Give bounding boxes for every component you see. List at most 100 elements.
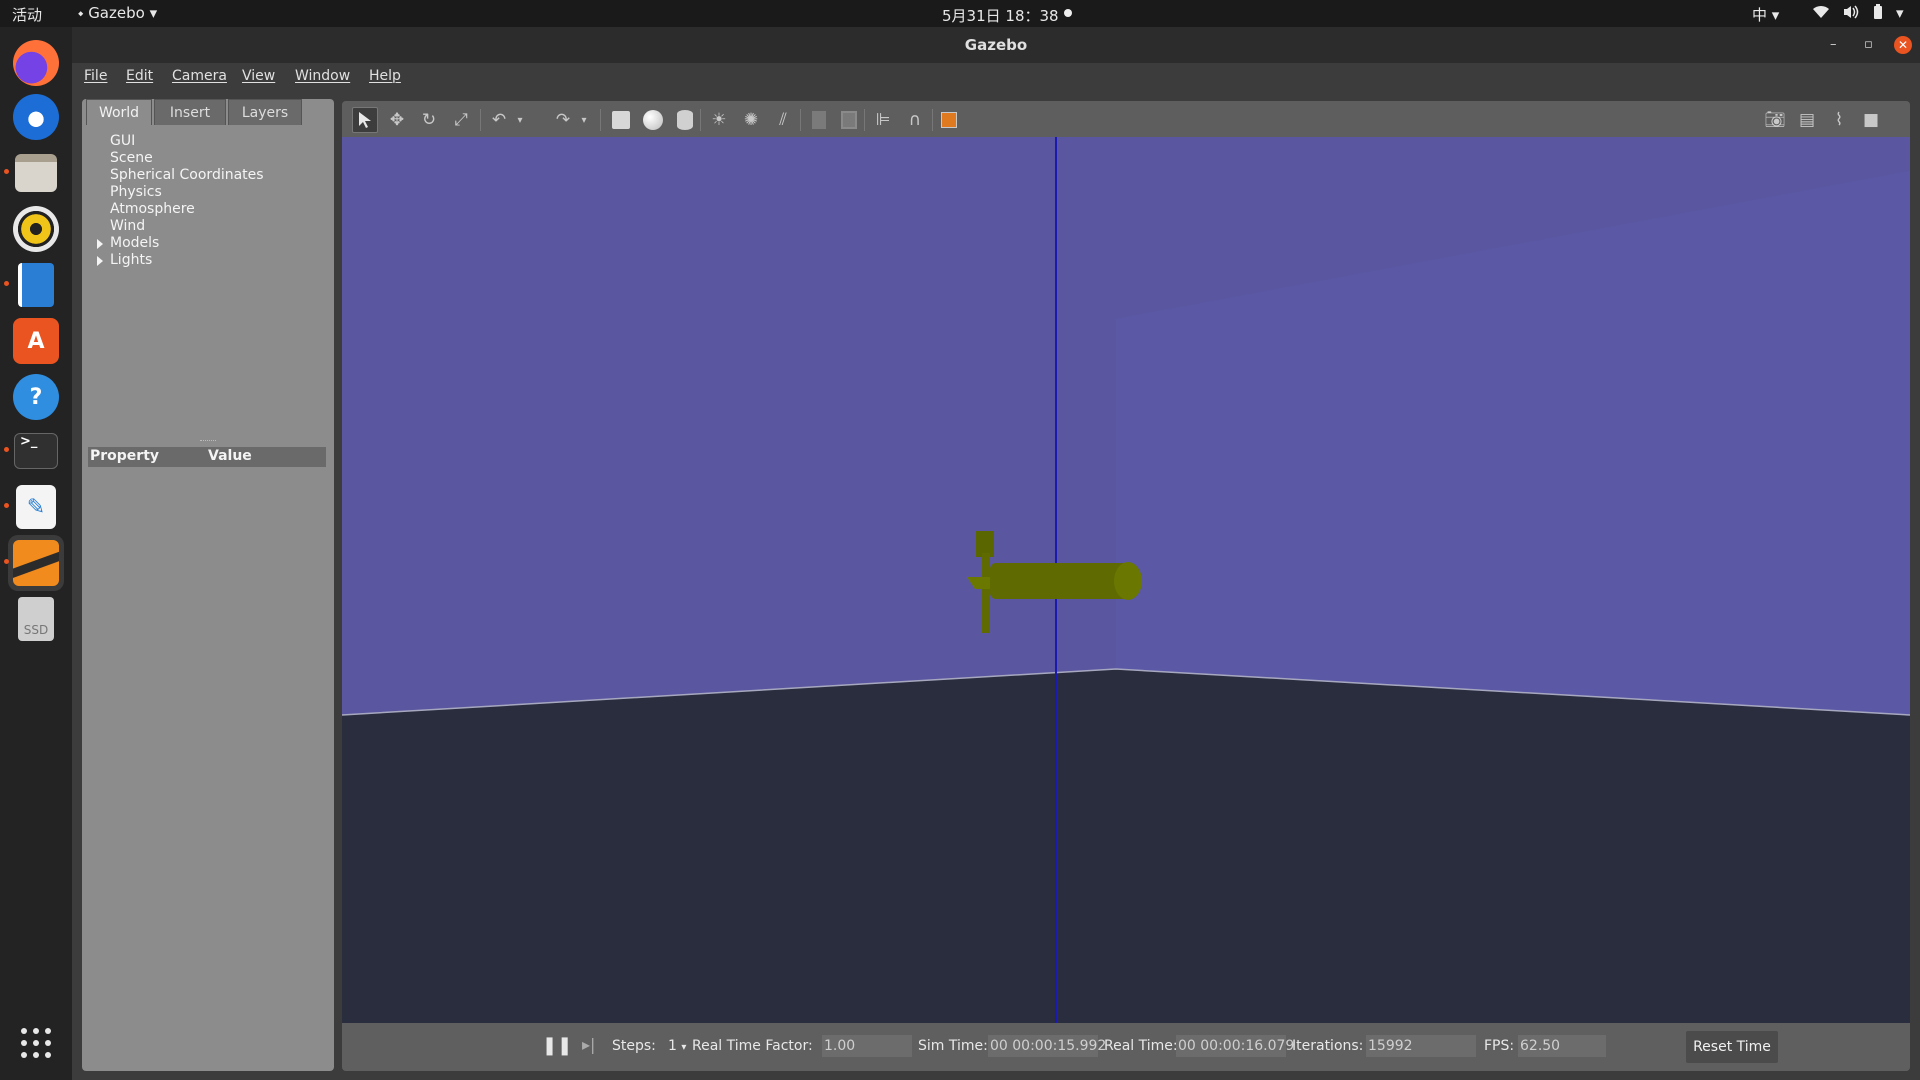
system-status-menu[interactable]: ▾ bbox=[1812, 4, 1904, 24]
toolbar-separator bbox=[932, 109, 933, 131]
tab-layers[interactable]: Layers bbox=[228, 99, 302, 125]
tab-world[interactable]: World bbox=[86, 99, 152, 125]
close-button[interactable]: ✕ bbox=[1894, 36, 1912, 54]
value-column-header[interactable]: Value bbox=[208, 448, 252, 464]
dock-ssd[interactable]: SSD bbox=[8, 591, 64, 647]
toolbar-separator bbox=[800, 109, 801, 131]
tree-item-scene[interactable]: Scene bbox=[110, 150, 153, 166]
input-method-menu[interactable]: 中 ▾ bbox=[1752, 4, 1779, 25]
tab-insert[interactable]: Insert bbox=[154, 99, 226, 125]
activities-button[interactable]: 活动 bbox=[12, 4, 42, 25]
log-icon: ▤ bbox=[1798, 110, 1816, 130]
undo-button[interactable]: ↶ bbox=[488, 109, 510, 131]
tree-item-spherical-coordinates[interactable]: Spherical Coordinates bbox=[110, 167, 264, 183]
menu-view[interactable]: View bbox=[242, 68, 275, 84]
show-apps-icon bbox=[13, 1020, 59, 1066]
tree-item-wind[interactable]: Wind bbox=[110, 218, 145, 234]
view-angle-button[interactable] bbox=[938, 109, 960, 131]
select-mode-button[interactable] bbox=[352, 107, 378, 133]
reset-time-button[interactable]: Reset Time bbox=[1686, 1031, 1778, 1063]
toolbar-separator bbox=[700, 109, 701, 131]
sun-icon: ☀ bbox=[711, 110, 727, 130]
copy-button[interactable] bbox=[808, 109, 830, 131]
expand-arrow-icon[interactable] bbox=[97, 239, 103, 249]
step-button[interactable]: ▸| bbox=[582, 1035, 595, 1054]
real-time-field[interactable]: 00 00:00:16.079 bbox=[1176, 1035, 1294, 1057]
undo-history-button[interactable]: ▾ bbox=[514, 109, 526, 131]
plot-button[interactable]: ⌇ bbox=[1828, 109, 1850, 131]
rotate-icon: ↻ bbox=[421, 110, 437, 130]
dock-rhythmbox[interactable] bbox=[8, 201, 64, 257]
snap-button[interactable]: ∩ bbox=[904, 109, 926, 131]
insert-cylinder-button[interactable] bbox=[674, 109, 696, 131]
insert-sphere-button[interactable] bbox=[642, 109, 664, 131]
redo-icon: ↷ bbox=[555, 110, 571, 130]
tree-item-physics[interactable]: Physics bbox=[110, 184, 162, 200]
sim-time-field[interactable]: 00 00:00:15.992 bbox=[988, 1035, 1106, 1057]
dock-text-editor[interactable]: ✎ bbox=[4, 479, 64, 535]
volume-icon bbox=[1842, 4, 1860, 24]
spot-light-button[interactable]: ✺ bbox=[740, 109, 762, 131]
iterations-field[interactable]: 15992 bbox=[1366, 1035, 1476, 1057]
tree-item-lights[interactable]: Lights bbox=[110, 252, 152, 268]
box-shape-icon bbox=[612, 111, 630, 129]
expand-arrow-icon[interactable] bbox=[97, 256, 103, 266]
move-arrows-icon: ✥ bbox=[389, 110, 405, 130]
menu-edit[interactable]: Edit bbox=[126, 68, 153, 84]
pause-button[interactable]: ❚❚ bbox=[542, 1035, 572, 1056]
tree-item-atmosphere[interactable]: Atmosphere bbox=[110, 201, 195, 217]
undo-icon: ↶ bbox=[491, 110, 507, 130]
point-light-button[interactable]: ☀ bbox=[708, 109, 730, 131]
software-center-icon: A bbox=[13, 318, 59, 364]
gazebo-icon bbox=[13, 540, 59, 586]
align-button[interactable]: ⊫ bbox=[872, 109, 894, 131]
fps-field[interactable]: 62.50 bbox=[1518, 1035, 1606, 1057]
chevron-down-icon: ▾ bbox=[149, 4, 158, 22]
clock[interactable]: 5月31日 18：38 bbox=[942, 5, 1059, 26]
dock-writer[interactable] bbox=[4, 257, 64, 313]
dock-show-apps[interactable] bbox=[8, 1015, 64, 1071]
dock-help[interactable]: ? bbox=[8, 369, 64, 425]
redo-button[interactable]: ↷ bbox=[552, 109, 574, 131]
dock-firefox[interactable] bbox=[8, 35, 64, 91]
property-column-header[interactable]: Property bbox=[90, 448, 159, 464]
system-top-bar: 活动 ⬩ Gazebo ▾ 5月31日 18：38 中 ▾ ▾ bbox=[0, 0, 1920, 27]
real-time-factor-field[interactable]: 1.00 bbox=[822, 1035, 912, 1057]
record-video-button[interactable]: ■ bbox=[1860, 109, 1882, 131]
dock-thunderbird[interactable] bbox=[8, 89, 64, 145]
help-icon: ? bbox=[13, 374, 59, 420]
chevron-down-icon: ▾ bbox=[581, 114, 587, 126]
tree-item-gui[interactable]: GUI bbox=[110, 133, 135, 149]
translate-mode-button[interactable]: ✥ bbox=[386, 109, 408, 131]
steps-spinbox[interactable]: 1 ▾ bbox=[668, 1038, 686, 1054]
menu-file[interactable]: File bbox=[84, 68, 107, 84]
chevron-down-icon: ▾ bbox=[681, 1042, 687, 1053]
menu-window[interactable]: Window bbox=[295, 68, 350, 84]
insert-box-button[interactable] bbox=[610, 109, 632, 131]
toolbar-separator bbox=[864, 109, 865, 131]
log-data-button[interactable]: ▤ bbox=[1796, 109, 1818, 131]
scale-mode-button[interactable]: ⤢ bbox=[450, 109, 472, 131]
maximize-button[interactable]: ▫ bbox=[1864, 37, 1873, 52]
menu-camera[interactable]: Camera bbox=[172, 68, 227, 84]
dock-gazebo[interactable] bbox=[4, 535, 64, 591]
rotate-mode-button[interactable]: ↻ bbox=[418, 109, 440, 131]
3d-viewport[interactable] bbox=[342, 137, 1910, 1023]
minimize-button[interactable]: – bbox=[1830, 37, 1837, 52]
viewport-render[interactable] bbox=[342, 137, 1910, 1023]
real-time-factor-label: Real Time Factor: bbox=[692, 1038, 813, 1054]
paste-button[interactable] bbox=[838, 109, 860, 131]
running-indicator bbox=[4, 559, 9, 564]
dock-software[interactable]: A bbox=[8, 313, 64, 369]
dock-files[interactable] bbox=[4, 145, 64, 201]
copy-icon bbox=[812, 111, 826, 129]
redo-history-button[interactable]: ▾ bbox=[578, 109, 590, 131]
screenshot-button[interactable]: 📷︎ bbox=[1764, 109, 1786, 131]
directional-light-button[interactable]: ⫽ bbox=[772, 109, 794, 131]
tree-item-models[interactable]: Models bbox=[110, 235, 159, 251]
title-bar[interactable]: Gazebo – ▫ ✕ bbox=[72, 27, 1920, 63]
menu-help[interactable]: Help bbox=[369, 68, 401, 84]
app-menu[interactable]: ⬩ Gazebo ▾ bbox=[78, 4, 157, 22]
dock-terminal[interactable]: >_ bbox=[4, 423, 64, 479]
panel-splitter[interactable] bbox=[200, 440, 216, 442]
